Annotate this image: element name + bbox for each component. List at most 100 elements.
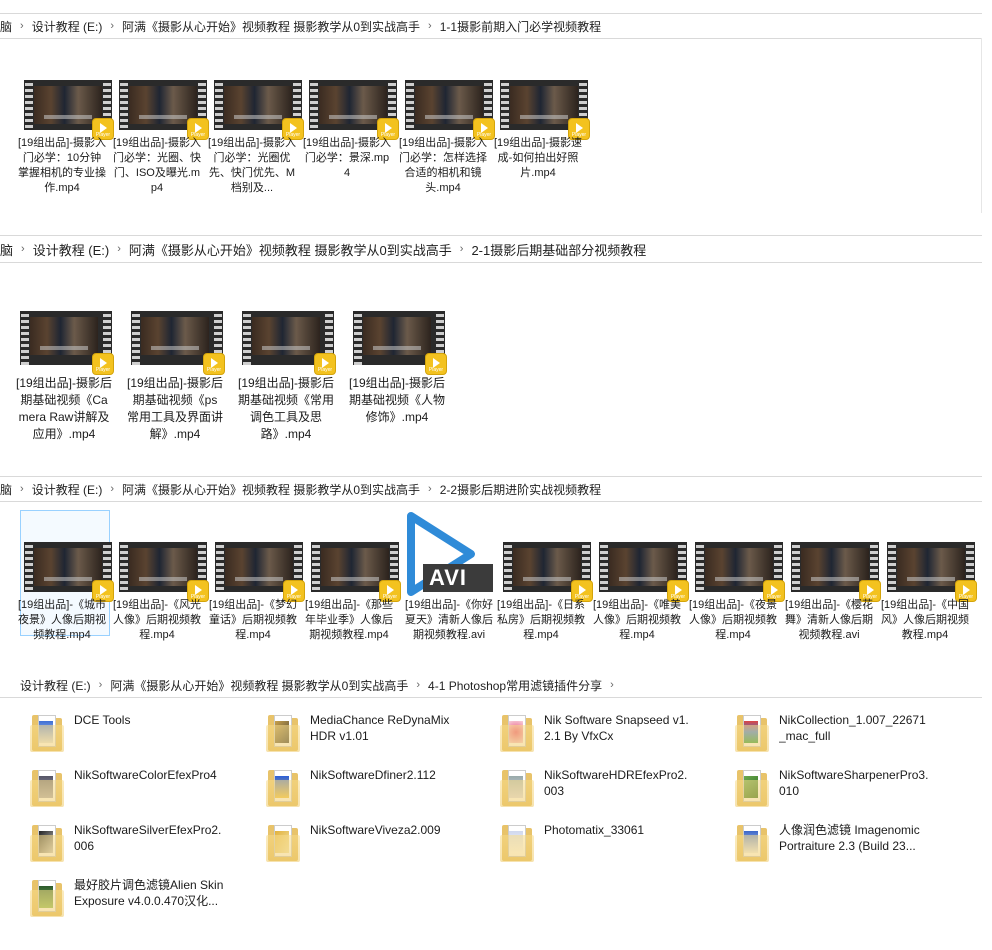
breadcrumb-item[interactable]: 2-2摄影后期进阶实战视频教程: [432, 481, 601, 498]
folder-icon: [735, 823, 769, 863]
chevron-right-icon: ›: [416, 679, 421, 691]
file-name: [19组出品]-《城市夜景》人像后期视频教程.mp4: [18, 599, 106, 641]
folder-name: NikSoftwareHDREfexPro2.003: [544, 768, 688, 798]
breadcrumb-item[interactable]: 阿满《摄影从心开始》视频教程 摄影教学从0到实战高手: [102, 677, 408, 694]
breadcrumb: 脑 › 设计教程 (E:) › 阿满《摄影从心开始》视频教程 摄影教学从0到实战…: [0, 13, 982, 39]
breadcrumb-item[interactable]: 4-1 Photoshop常用滤镜插件分享: [420, 677, 602, 694]
folder-item[interactable]: DCE Tools: [30, 713, 250, 753]
video-file-icon: Player: [131, 311, 225, 375]
chevron-right-icon: ›: [428, 483, 432, 495]
video-file-item[interactable]: AVI [19组出品]-《你好夏天》清新人像后期视频教程.avi: [405, 512, 495, 641]
folder-icon: [735, 768, 769, 808]
file-name: [19组出品]-摄影入门必学：光圈、快门、ISO及曝光.mp4: [113, 137, 201, 194]
folder-item[interactable]: NikSoftwareViveza2.009: [266, 823, 486, 863]
file-name: [19组出品]-《中国风》人像后期视频教程.mp4: [881, 599, 969, 641]
chevron-right-icon: ›: [610, 679, 614, 691]
video-file-icon: Player: [215, 542, 305, 602]
folder-name: NikSoftwareColorEfexPro4: [74, 768, 217, 782]
video-file-icon: Player: [599, 542, 689, 602]
breadcrumb: 脑 › 设计教程 (E:) › 阿满《摄影从心开始》视频教程 摄影教学从0到实战…: [0, 235, 982, 263]
breadcrumb-item[interactable]: 脑: [0, 481, 12, 498]
chevron-right-icon: ›: [117, 243, 121, 255]
chevron-right-icon: ›: [20, 483, 24, 495]
video-file-icon: Player: [24, 80, 114, 140]
folder-item[interactable]: Nik Software Snapseed v1.2.1 By VfxCx: [500, 713, 720, 753]
folder-name: DCE Tools: [74, 713, 131, 727]
folder-icon: [30, 768, 64, 808]
folder-item[interactable]: NikSoftwareSharpenerPro3.010: [735, 768, 955, 808]
folder-name: Photomatix_33061: [544, 823, 645, 837]
folder-icon: [30, 823, 64, 863]
breadcrumb-item[interactable]: 2-1摄影后期基础部分视频教程: [463, 240, 646, 259]
folder-item[interactable]: NikSoftwareSilverEfexPro2.006: [30, 823, 250, 863]
breadcrumb: 脑 › 设计教程 (E:) › 阿满《摄影从心开始》视频教程 摄影教学从0到实战…: [0, 476, 982, 502]
breadcrumb-item[interactable]: 设计教程 (E:): [0, 677, 91, 694]
folder-item[interactable]: 人像润色滤镜 Imagenomic Portraiture 2.3 (Build…: [735, 823, 955, 863]
video-file-icon: Player: [309, 80, 399, 140]
chevron-right-icon: ›: [98, 679, 103, 691]
scrollbar[interactable]: [981, 38, 982, 213]
file-name: [19组出品]-摄影后期基础视频《人物修饰》.mp4: [349, 376, 445, 424]
file-name: [19组出品]-《日系私房》后期视频教程.mp4: [497, 599, 585, 641]
folder-item[interactable]: NikSoftwareDfiner2.112: [266, 768, 486, 808]
video-file-icon: Player: [503, 542, 593, 602]
player-badge-icon: Player: [203, 353, 225, 375]
folder-name: NikSoftwareDfiner2.112: [310, 768, 436, 782]
folder-name: 人像润色滤镜 Imagenomic Portraiture 2.3 (Build…: [779, 823, 920, 853]
video-file-icon: Player: [20, 311, 114, 375]
file-name: [19组出品]-摄影后期基础视频《Camera Raw讲解及应用》.mp4: [16, 376, 112, 441]
folder-icon: [735, 713, 769, 753]
file-name: [19组出品]-摄影后期基础视频《常用调色工具及思路》.mp4: [238, 376, 334, 441]
folder-item[interactable]: Photomatix_33061: [500, 823, 720, 863]
file-name: [19组出品]-摄影入门必学：光圈优先、快门优先、M档别及...: [208, 137, 296, 194]
folder-item[interactable]: NikSoftwareHDREfexPro2.003: [500, 768, 720, 808]
folder-name: Nik Software Snapseed v1.2.1 By VfxCx: [544, 713, 689, 743]
folder-name: NikCollection_1.007_22671_mac_full: [779, 713, 926, 743]
chevron-right-icon: ›: [110, 483, 115, 495]
breadcrumb-item[interactable]: 设计教程 (E:): [24, 481, 103, 498]
folder-item[interactable]: MediaChance ReDynaMix HDR v1.01: [266, 713, 486, 753]
video-file-icon: Player: [242, 311, 336, 375]
file-name: [19组出品]-摄影入门必学：景深.mp4: [303, 137, 391, 179]
chevron-right-icon: ›: [110, 20, 115, 32]
folder-item[interactable]: NikCollection_1.007_22671_mac_full: [735, 713, 955, 753]
breadcrumb-item[interactable]: 设计教程 (E:): [25, 240, 110, 259]
breadcrumb-item[interactable]: 设计教程 (E:): [24, 18, 103, 35]
video-file-icon: Player: [791, 542, 881, 602]
breadcrumb-item[interactable]: 脑: [0, 18, 12, 35]
breadcrumb-item[interactable]: 阿满《摄影从心开始》视频教程 摄影教学从0到实战高手: [114, 481, 420, 498]
video-file-icon: Player: [887, 542, 977, 602]
file-name: [19组出品]-摄影入门必学：怎样选择合适的相机和镜头.mp4: [399, 137, 487, 194]
folder-item[interactable]: 最好胶片调色滤镜Alien Skin Exposure v4.0.0.470汉化…: [30, 878, 250, 918]
player-badge-icon: Player: [314, 353, 336, 375]
chevron-right-icon: ›: [20, 20, 24, 32]
folder-name: NikSoftwareViveza2.009: [310, 823, 441, 837]
breadcrumb-item[interactable]: 阿满《摄影从心开始》视频教程 摄影教学从0到实战高手: [114, 18, 420, 35]
video-file-icon: Player: [24, 542, 114, 602]
folder-item[interactable]: NikSoftwareColorEfexPro4: [30, 768, 250, 808]
file-type-label: AVI: [429, 565, 468, 590]
video-file-icon: Player: [500, 80, 590, 140]
folder-icon: [266, 823, 300, 863]
folder-name: MediaChance ReDynaMix HDR v1.01: [310, 713, 450, 743]
player-badge-icon: Player: [92, 353, 114, 375]
folder-icon: [30, 878, 64, 918]
chevron-right-icon: ›: [21, 243, 25, 255]
folder-name: NikSoftwareSharpenerPro3.010: [779, 768, 929, 798]
file-name: [19组出品]-《夜景人像》后期视频教程.mp4: [689, 599, 777, 641]
file-name: [19组出品]-《唯美人像》后期视频教程.mp4: [593, 599, 681, 641]
folder-name: NikSoftwareSilverEfexPro2.006: [74, 823, 222, 853]
breadcrumb-item[interactable]: 阿满《摄影从心开始》视频教程 摄影教学从0到实战高手: [121, 240, 452, 259]
folder-icon: [30, 713, 64, 753]
folder-icon: [500, 713, 534, 753]
video-file-icon: Player: [405, 80, 495, 140]
breadcrumb: 设计教程 (E:) › 阿满《摄影从心开始》视频教程 摄影教学从0到实战高手 ›…: [0, 673, 982, 698]
chevron-right-icon: ›: [428, 20, 432, 32]
file-name: [19组出品]-摄影后期基础视频《ps常用工具及界面讲解》.mp4: [127, 376, 223, 441]
breadcrumb-item[interactable]: 脑: [0, 240, 13, 259]
chevron-right-icon: ›: [459, 243, 464, 255]
file-name: [19组出品]-摄影入门必学：10分钟掌握相机的专业操作.mp4: [18, 137, 106, 194]
folder-icon: [500, 823, 534, 863]
breadcrumb-item[interactable]: 1-1摄影前期入门必学视频教程: [432, 18, 601, 35]
video-file-icon: Player: [119, 80, 209, 140]
